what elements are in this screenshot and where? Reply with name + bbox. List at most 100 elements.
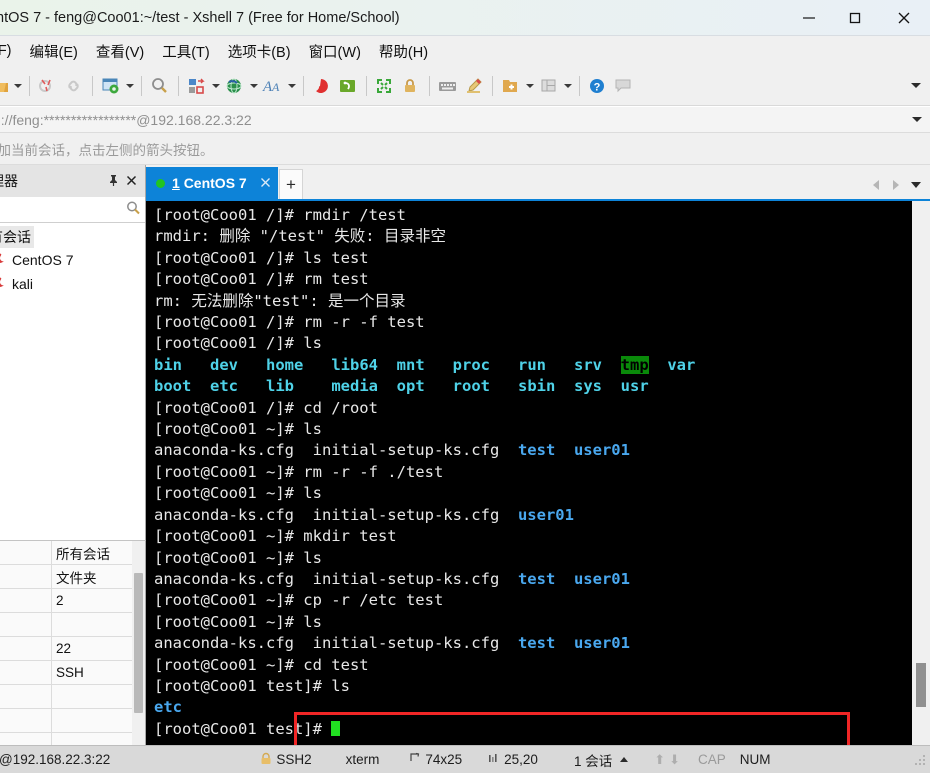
tree-node-all-sessions[interactable]: 有会话	[0, 226, 34, 248]
svg-text:A: A	[271, 80, 280, 94]
terminal-text: anaconda-ks.cfg initial-setup-ks.cfg	[154, 505, 518, 524]
table-row[interactable]: 2	[0, 589, 145, 613]
title-bar: ntOS 7 - feng@Coo01:~/test - Xshell 7 (F…	[0, 0, 930, 36]
terminal-text: test	[517, 441, 556, 460]
terminal-text: user01	[573, 569, 630, 588]
open-folder-icon[interactable]	[0, 73, 12, 99]
layout-dropdown-caret[interactable]	[562, 73, 574, 99]
status-protocol: SSH2	[260, 752, 312, 768]
menu-view[interactable]: 查看(V)	[87, 39, 153, 64]
address-input[interactable]: sh://feng:*****************@192.168.22.3…	[0, 112, 252, 128]
link-icon	[61, 73, 87, 99]
menu-help[interactable]: 帮助(H)	[370, 39, 437, 64]
table-row[interactable]: SSH	[0, 661, 145, 685]
transfer-icon[interactable]	[184, 73, 210, 99]
connected-status-icon	[156, 178, 165, 188]
pin-icon[interactable]	[108, 174, 119, 189]
close-button[interactable]	[878, 0, 930, 36]
session-search-row[interactable]	[0, 197, 145, 223]
search-icon[interactable]	[125, 200, 141, 219]
status-session-count[interactable]: 1 会话	[574, 750, 629, 770]
property-name	[0, 661, 52, 684]
tab-label: 1 CentOS 7	[172, 175, 247, 191]
session-manager-panel: 理器 有会话 CentOS 7	[0, 165, 146, 569]
terminal-text: sbin	[518, 377, 556, 396]
new-file-dropdown-caret[interactable]	[524, 73, 536, 99]
find-icon[interactable]	[147, 73, 173, 99]
new-file-icon[interactable]	[498, 73, 524, 99]
table-row[interactable]: 文件夹	[0, 565, 145, 589]
toolbar: AA ?	[0, 66, 930, 106]
session-properties-icon[interactable]	[98, 73, 124, 99]
terminal-text: [root@Coo01 /]# ls	[154, 334, 322, 353]
comment-icon[interactable]	[611, 73, 637, 99]
properties-scrollbar[interactable]	[132, 541, 145, 755]
address-dropdown-caret[interactable]	[912, 117, 922, 122]
globe-dropdown-caret[interactable]	[248, 73, 260, 99]
tab-close-icon[interactable]	[260, 176, 271, 191]
menu-tools[interactable]: 工具(T)	[153, 39, 219, 64]
font-icon[interactable]: AA	[260, 73, 286, 99]
open-folder-dropdown-caret[interactable]	[12, 73, 24, 99]
session-count-caret-icon[interactable]	[620, 757, 629, 762]
terminal-text: srv	[574, 355, 602, 374]
lock-icon[interactable]	[398, 73, 424, 99]
session-item-centos7[interactable]: CentOS 7	[0, 248, 145, 272]
menu-window[interactable]: 窗口(W)	[300, 39, 370, 64]
table-row[interactable]: 22	[0, 637, 145, 661]
panel-close-icon[interactable]	[126, 175, 137, 188]
terminal-output[interactable]: [root@Coo01 /]# rmdir /test rmdir: 删除 "/…	[146, 201, 912, 745]
status-size-label: 74x25	[425, 752, 463, 767]
terminal-scrollbar-thumb[interactable]	[916, 663, 926, 707]
terminal-text: proc	[452, 355, 490, 374]
maximize-button[interactable]	[832, 0, 878, 36]
ftp-icon[interactable]	[335, 73, 361, 99]
highlight-icon[interactable]	[461, 73, 487, 99]
minimize-button[interactable]	[786, 0, 832, 36]
keyboard-icon[interactable]	[435, 73, 461, 99]
menu-file[interactable]: (F)	[0, 41, 21, 61]
resize-grip[interactable]	[914, 752, 928, 767]
terminal-text: [root@Coo01 /]# ls test	[154, 248, 369, 267]
menu-tabs[interactable]: 选项卡(B)	[219, 39, 300, 64]
terminal-text: [root@Coo01 ~]# cp -r /etc test	[154, 591, 444, 610]
status-caps-lock: CAP	[698, 752, 726, 767]
table-row[interactable]	[0, 709, 145, 733]
new-tab-button[interactable]: +	[279, 169, 303, 199]
tab-scroll-right-icon[interactable]	[888, 177, 904, 193]
session-properties-dropdown-caret[interactable]	[124, 73, 136, 99]
table-row[interactable]	[0, 613, 145, 637]
tab-navigation	[868, 177, 930, 199]
download-arrow-icon: ⬇	[669, 751, 681, 767]
session-item-kali[interactable]: kali	[0, 272, 145, 296]
font-dropdown-caret[interactable]	[286, 73, 298, 99]
address-bar[interactable]: sh://feng:*****************@192.168.22.3…	[0, 107, 930, 133]
terminal-text: anaconda-ks.cfg initial-setup-ks.cfg	[154, 569, 518, 588]
tab-centos7[interactable]: 1 CentOS 7	[146, 167, 278, 199]
terminal-scrollbar[interactable]	[912, 201, 930, 745]
fullscreen-icon[interactable]	[372, 73, 398, 99]
toolbar-overflow-caret[interactable]	[906, 73, 926, 99]
help-icon[interactable]: ?	[585, 73, 611, 99]
globe-icon[interactable]	[222, 73, 248, 99]
status-size: 74x25	[409, 752, 462, 767]
toolbar-separator	[492, 75, 493, 96]
table-row[interactable]	[0, 685, 145, 709]
cursor-position-icon	[488, 752, 500, 767]
sftp-icon[interactable]	[309, 73, 335, 99]
menu-edit[interactable]: 编辑(E)	[21, 39, 87, 64]
tab-list-dropdown-icon[interactable]	[908, 177, 924, 193]
transfer-dropdown-caret[interactable]	[210, 73, 222, 99]
table-row[interactable]: 所有会话	[0, 541, 145, 565]
properties-scrollbar-thumb[interactable]	[134, 573, 143, 713]
hint-bar: 添加当前会话，点击左侧的箭头按钮。	[0, 133, 930, 165]
tab-scroll-left-icon[interactable]	[868, 177, 884, 193]
terminal-text: home	[266, 355, 304, 374]
